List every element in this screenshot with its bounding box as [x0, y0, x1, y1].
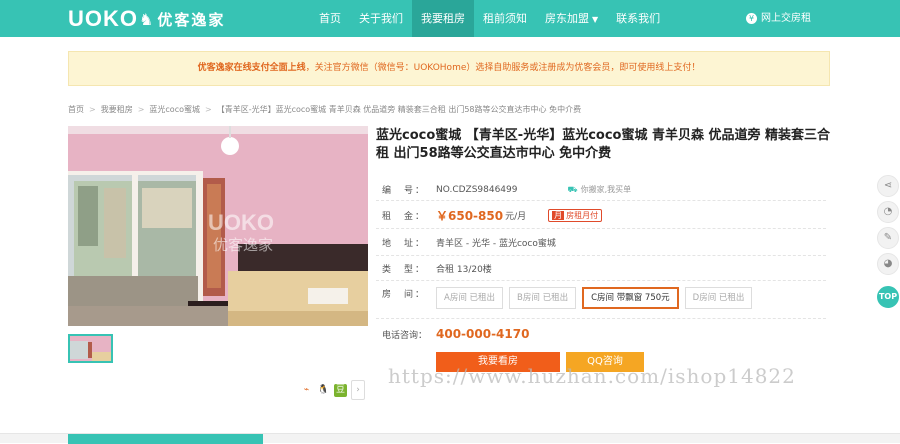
- photo-watermark-cn: 优客逸家: [213, 236, 273, 254]
- moving-offer-text: 你搬家,我买单: [580, 185, 632, 194]
- listing-title: 蓝光coco蜜城 【青羊区-光华】蓝光coco蜜城 青羊贝森 优品道旁 精装套三…: [376, 128, 831, 161]
- chevron-right-icon[interactable]: ›: [351, 380, 365, 400]
- code-row: 编 号： NO.CDZS9846499 ⛟ 你搬家,我买单: [382, 183, 632, 197]
- site-logo[interactable]: UOKO ♞ 优客逸家: [68, 6, 226, 31]
- share-icon[interactable]: ⋖: [877, 175, 899, 197]
- phone-label: 电话咨询：: [382, 330, 428, 341]
- nav-rent[interactable]: 我要租房: [412, 0, 474, 37]
- room-option-b[interactable]: B房间 已租出: [509, 287, 577, 309]
- nav-rent-label: 我要租房: [421, 12, 465, 25]
- phone-row: 电话咨询： 400-000-4170: [382, 327, 529, 341]
- divider: [376, 200, 826, 201]
- breadcrumb-separator: >: [137, 105, 145, 114]
- rent-row: 租 金： ￥650-850 元/月 月房租月付: [382, 207, 603, 224]
- nav-home[interactable]: 首页: [310, 0, 350, 37]
- nav-contact-label: 联系我们: [616, 12, 661, 25]
- pay-rent-online-link[interactable]: ¥ 网上交房租: [746, 0, 811, 37]
- room-option-d[interactable]: D房间 已租出: [684, 287, 753, 309]
- nav-before-rent-label: 租前须知: [483, 12, 527, 25]
- address-label: 地 址：: [382, 239, 427, 249]
- rent-value: ￥650-850: [436, 209, 504, 223]
- photo-watermark-mark: UOKO: [208, 210, 274, 235]
- type-row: 类 型： 合租 13/20楼: [382, 262, 492, 275]
- code-label: 编 号：: [382, 186, 427, 196]
- thumbnail-image: [70, 336, 111, 361]
- truck-icon: ⛟: [567, 185, 578, 194]
- pay-rent-online-label: 网上交房租: [761, 13, 811, 24]
- bottom-section-strip: [0, 433, 900, 444]
- monthly-pay-tag: 月房租月付: [548, 209, 603, 222]
- breadcrumb-separator: >: [205, 105, 212, 114]
- code-value: NO.CDZS9846499: [436, 184, 518, 195]
- qq-icon[interactable]: ◔: [877, 201, 899, 223]
- breadcrumb-community[interactable]: 蓝光coco蜜城: [149, 105, 200, 114]
- nav-about-label: 关于我们: [359, 12, 403, 25]
- phone-number: 400-000-4170: [436, 327, 530, 341]
- rent-label: 租 金：: [382, 212, 427, 222]
- feedback-icon[interactable]: ✎: [877, 227, 899, 249]
- divider: [376, 255, 826, 256]
- nav-landlord[interactable]: 房东加盟 ▼: [536, 0, 607, 37]
- top-navigation-bar: UOKO ♞ 优客逸家 首页 关于我们 我要租房 租前须知 房东加盟 ▼ 联系我们…: [0, 0, 900, 37]
- notice-text: ，关注官方微信（微信号：UOKOHome）选择自助服务或注册成为优客会员，即可使…: [305, 63, 701, 73]
- main-room-photo[interactable]: UOKO 优客逸家: [68, 126, 368, 326]
- room-row: 房 间： A房间 已租出 B房间 已租出 C房间 带飘窗 750元 D房间 已租…: [382, 287, 758, 309]
- main-nav: 首页 关于我们 我要租房 租前须知 房东加盟 ▼ 联系我们: [310, 0, 669, 37]
- room-label: 房 间：: [382, 290, 427, 300]
- weibo-share-icon[interactable]: ⌁: [300, 384, 313, 397]
- breadcrumb-rent[interactable]: 我要租房: [101, 105, 133, 114]
- nav-contact[interactable]: 联系我们: [607, 0, 669, 37]
- type-label: 类 型：: [382, 265, 427, 275]
- nav-landlord-label: 房东加盟: [545, 12, 589, 25]
- nav-before-rent[interactable]: 租前须知: [474, 0, 536, 37]
- divider: [376, 228, 826, 229]
- breadcrumb-separator: >: [89, 105, 96, 114]
- monthly-pay-text: 房租月付: [566, 211, 599, 220]
- divider: [376, 318, 826, 319]
- photo-thumbnail[interactable]: [68, 334, 113, 363]
- douban-share-icon[interactable]: 豆: [334, 383, 347, 397]
- room-option-c[interactable]: C房间 带飘窗 750元: [582, 287, 679, 309]
- chevron-down-icon: ▼: [592, 15, 599, 24]
- back-to-top-button[interactable]: TOP: [877, 286, 899, 308]
- room-photo-image: UOKO 优客逸家: [68, 126, 368, 326]
- breadcrumb: 首页 > 我要租房 > 蓝光coco蜜城 > 【青羊区-光华】蓝光coco蜜城 青羊贝森 优…: [68, 104, 581, 115]
- qq-share-icon[interactable]: 🐧: [317, 384, 330, 397]
- moving-offer: ⛟ 你搬家,我买单: [568, 184, 632, 195]
- address-row: 地 址： 青羊区 - 光华 - 蓝光coco蜜城: [382, 236, 556, 249]
- wechat-icon[interactable]: ◕: [877, 253, 899, 275]
- horse-logo-icon: ♞: [139, 9, 154, 29]
- logo-chinese-name: 优客逸家: [157, 10, 226, 29]
- breadcrumb-home[interactable]: 首页: [68, 105, 84, 114]
- divider: [376, 280, 826, 281]
- share-bar: ⌁ 🐧 豆 ›: [300, 380, 365, 400]
- breadcrumb-current: 【青羊区-光华】蓝光coco蜜城 青羊贝森 优品道旁 精装套三合租 出门58路等…: [216, 105, 582, 114]
- nav-home-label: 首页: [319, 12, 341, 25]
- room-option-a[interactable]: A房间 已租出: [436, 287, 504, 309]
- logo-wordmark: UOKO: [68, 6, 138, 31]
- notice-banner: 优客逸家在线支付全面上线，关注官方微信（微信号：UOKOHome）选择自助服务或…: [68, 51, 830, 86]
- yen-icon: ¥: [746, 13, 757, 24]
- address-value[interactable]: 青羊区 - 光华 - 蓝光coco蜜城: [436, 236, 556, 249]
- monthly-badge: 月: [552, 211, 565, 220]
- type-value: 合租 13/20楼: [436, 265, 492, 275]
- notice-highlight: 优客逸家在线支付全面上线: [197, 63, 306, 73]
- site-watermark: https://www.huzhan.com/ishop14822: [388, 364, 796, 388]
- nav-about[interactable]: 关于我们: [350, 0, 412, 37]
- rent-unit: 元/月: [505, 212, 527, 222]
